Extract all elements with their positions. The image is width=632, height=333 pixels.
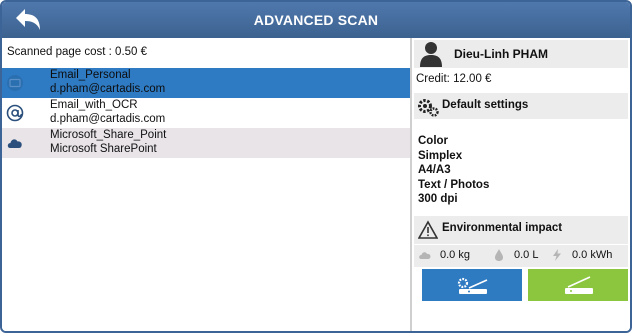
- destination-name: Microsoft_Share_Point: [50, 129, 167, 141]
- default-settings-title: Default settings: [442, 99, 529, 111]
- destination-detail: d.pham@cartadis.com: [50, 82, 166, 95]
- email-icon: [7, 75, 23, 91]
- water-value: 0.0 L: [514, 249, 539, 261]
- co2-cloud-icon: [419, 252, 431, 259]
- page-cost: Scanned page cost : 0.50 €: [7, 46, 148, 58]
- destination-detail: d.pham@cartadis.com: [50, 112, 166, 125]
- setting-color-mode: Color: [418, 135, 449, 147]
- setting-content-type: Text / Photos: [418, 178, 490, 191]
- destination-item-email-with-ocr[interactable]: Email_with_OCR d.pham@cartadis.com: [2, 98, 410, 128]
- setting-paper-size: A4/A3: [418, 164, 451, 176]
- cloud-icon: [7, 139, 22, 148]
- credit-balance: Credit: 12.00 €: [416, 73, 492, 85]
- gear-icon: [418, 99, 439, 117]
- energy-value: 0.0 kWh: [572, 249, 613, 261]
- lightning-icon: [553, 249, 561, 261]
- water-drop-icon: [495, 249, 503, 261]
- back-button[interactable]: [12, 6, 48, 34]
- at-icon: [6, 104, 24, 122]
- destination-list: Email_Personal d.pham@cartadis.com Email…: [2, 68, 410, 158]
- environmental-impact-title: Environmental impact: [442, 222, 563, 234]
- co2-value: 0.0 kg: [440, 249, 470, 261]
- scanner-settings-icon: [457, 277, 488, 294]
- warning-icon: [418, 220, 438, 239]
- destination-name: Email_with_OCR: [50, 99, 138, 111]
- info-panel: Dieu-Linh PHAM Credit: 12.00 € Default s…: [412, 38, 630, 331]
- destination-panel: Scanned page cost : 0.50 € Email_Persona…: [2, 38, 412, 331]
- environmental-metrics: 0.0 kg 0.0 L 0.0 kWh: [414, 245, 628, 267]
- header-bar: ADVANCED SCAN: [2, 2, 630, 38]
- settings-list: Color Simplex A4/A3 Text / Photos 300 dp…: [418, 134, 489, 207]
- default-settings-header: Default settings: [414, 93, 628, 119]
- scan-button[interactable]: [528, 269, 628, 301]
- setting-sides: Simplex: [418, 149, 463, 162]
- setting-resolution: 300 dpi: [418, 193, 458, 205]
- destination-item-sharepoint[interactable]: Microsoft_Share_Point Microsoft SharePoi…: [2, 128, 410, 158]
- destination-detail: Microsoft SharePoint: [50, 142, 157, 155]
- scanner-icon: [565, 276, 593, 294]
- credit-block: Credit: 12.00 €: [414, 70, 628, 90]
- destination-item-email-personal[interactable]: Email_Personal d.pham@cartadis.com: [2, 68, 410, 98]
- scan-settings-button[interactable]: [422, 269, 522, 301]
- app-frame: ADVANCED SCAN Scanned page cost : 0.50 €…: [0, 0, 632, 333]
- user-icon: [420, 42, 442, 67]
- user-name: Dieu-Linh PHAM: [454, 47, 548, 61]
- page-title: ADVANCED SCAN: [253, 12, 379, 28]
- user-block: Dieu-Linh PHAM: [414, 40, 628, 68]
- environmental-impact-header: Environmental impact: [414, 216, 628, 244]
- back-arrow-icon: [16, 9, 40, 30]
- destination-name: Email_Personal: [50, 69, 131, 81]
